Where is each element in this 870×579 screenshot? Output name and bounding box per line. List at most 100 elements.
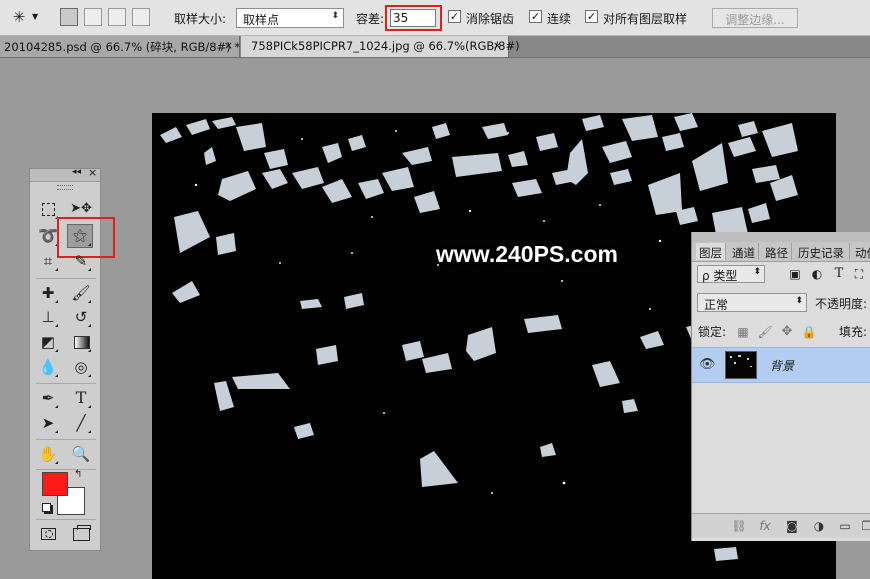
zoom-icon[interactable]: 🔍 (70, 443, 92, 465)
toolbox-header[interactable]: ◂◂ × (30, 166, 100, 182)
type-icon[interactable]: T (70, 387, 92, 409)
clone-stamp-icon[interactable]: ⊥ (37, 306, 59, 328)
blend-mode-select[interactable]: 正常 ⬍ (697, 293, 807, 312)
document-tab-bar: 20104285.psd @ 66.7% (碎块, RGB/8#) * × 75… (0, 36, 870, 58)
magic-wand-icon[interactable]: ⚝ (67, 224, 93, 248)
intersect-selection-button[interactable] (132, 8, 150, 26)
layer-row[interactable]: 👁 背景 (692, 347, 870, 383)
quick-mask-icon[interactable] (37, 522, 59, 544)
swap-colors-icon[interactable]: ↰ (74, 469, 82, 480)
contiguous-checkbox[interactable]: ✓ (529, 10, 542, 23)
new-layer-icon[interactable]: ❐ (856, 515, 870, 537)
new-selection-button[interactable] (60, 8, 78, 26)
lock-all-icon[interactable]: 🔒 (798, 321, 820, 343)
layer-name: 背景 (770, 359, 795, 373)
eraser-icon[interactable]: ◩ (37, 331, 59, 353)
toolbox-separator (36, 469, 96, 470)
opacity-label: 不透明度: (815, 297, 868, 311)
new-group-icon[interactable]: ▭ (834, 515, 856, 537)
foreground-color-swatch[interactable] (42, 472, 68, 496)
tolerance-input[interactable]: 35 (390, 9, 436, 27)
link-layers-icon[interactable]: ⛓ (728, 515, 750, 537)
filter-adjustment-icon[interactable]: ◐ (806, 263, 828, 285)
collapse-icon[interactable]: ◂◂ (72, 167, 81, 177)
tab-history[interactable]: 历史记录 (795, 243, 850, 260)
magic-wand-preset-icon[interactable]: ✳ (8, 6, 30, 28)
toolbox-separator (36, 278, 96, 279)
document-tab-2-label: 758PICk58PICPR7_1024.jpg @ 66.7%(RGB/8#) (251, 39, 520, 53)
lasso-icon[interactable]: ➰ (37, 225, 59, 247)
antialias-label: 消除锯齿 (466, 12, 515, 26)
rectangular-marquee-icon[interactable] (37, 198, 59, 220)
sample-size-label: 取样大小: (174, 12, 227, 26)
adjustment-layer-icon[interactable]: ◑ (808, 515, 830, 537)
tools-panel: ◂◂ × ➤✥ ➰ ⚝ ⌗ ✎ ✚ 🖌 ⊥ ↺ ◩ 💧 ◎ ✒ T ➤ ╱ ✋ … (29, 166, 115, 551)
toolbox-separator (36, 519, 96, 520)
gradient-icon[interactable] (70, 331, 92, 353)
pen-icon[interactable]: ✒ (37, 387, 59, 409)
tolerance-label: 容差: (356, 12, 385, 26)
eyedropper-icon[interactable]: ✎ (70, 250, 92, 272)
add-mask-icon[interactable]: ◙ (781, 515, 803, 537)
path-selection-icon[interactable]: ➤ (37, 412, 59, 434)
tolerance-value: 35 (393, 11, 409, 25)
sample-size-select[interactable]: 取样点 ⬍ (236, 8, 344, 28)
contiguous-label: 连续 (547, 12, 572, 26)
filter-shape-icon[interactable]: ⛶ (848, 263, 870, 285)
tab-actions[interactable]: 动作 (852, 243, 870, 260)
hand-icon[interactable]: ✋ (37, 443, 59, 465)
line-icon[interactable]: ╱ (70, 412, 92, 434)
filter-pixel-icon[interactable]: ▣ (784, 263, 806, 285)
close-icon[interactable]: × (493, 39, 502, 52)
refine-edge-button[interactable]: 调整边缘... (712, 8, 798, 28)
layer-thumbnail (725, 351, 757, 379)
watermark-text: www.240PS.com (436, 241, 618, 267)
layer-filter-select[interactable]: ρ 类型 ⬍ (697, 265, 765, 283)
layer-filter-value: ρ 类型 (702, 269, 738, 283)
default-colors-icon[interactable] (42, 503, 51, 512)
sample-all-layers-checkbox[interactable]: ✓ (585, 10, 598, 23)
document-tab-1-label: 20104285.psd @ 66.7% (碎块, RGB/8#) * (4, 40, 241, 54)
preset-dropdown-arrow[interactable]: ▼ (32, 12, 38, 21)
healing-brush-icon[interactable]: ✚ (37, 282, 59, 304)
document-tab-2[interactable]: 758PICk58PICPR7_1024.jpg @ 66.7%(RGB/8#)… (241, 36, 520, 57)
brush-icon[interactable]: 🖌 (70, 282, 92, 304)
grip-icon[interactable] (57, 185, 73, 190)
screen-mode-icon[interactable] (70, 522, 92, 544)
lock-position-icon[interactable]: ✥ (776, 321, 798, 343)
subtract-selection-button[interactable] (108, 8, 126, 26)
layers-panel: 图层 通道 路径 历史记录 动作 ρ 类型 ⬍ ▣ ◐ T ⛶ 正常 ⬍ 不透明… (691, 232, 870, 541)
toolbox-separator (36, 383, 96, 384)
sample-size-arrow-icon: ⬍ (331, 11, 339, 21)
tab-paths[interactable]: 路径 (762, 243, 792, 260)
layers-panel-header[interactable] (692, 232, 870, 242)
antialias-checkbox[interactable]: ✓ (448, 10, 461, 23)
lock-transparent-icon[interactable]: ▦ (732, 321, 754, 343)
tab-history-label: 历史记录 (798, 246, 844, 260)
fill-label: 填充: (839, 325, 868, 339)
close-icon[interactable]: × (224, 39, 233, 52)
refine-edge-label: 调整边缘... (725, 13, 785, 27)
close-icon[interactable]: × (88, 166, 97, 179)
lock-paint-icon[interactable]: 🖌 (754, 321, 776, 343)
visibility-eye-icon[interactable]: 👁 (699, 357, 716, 372)
lock-label: 锁定: (698, 325, 727, 339)
history-brush-icon[interactable]: ↺ (70, 306, 92, 328)
layer-filter-arrow-icon: ⬍ (753, 267, 761, 277)
toolbox-separator (36, 439, 96, 440)
blend-mode-arrow-icon: ⬍ (795, 296, 803, 306)
crop-icon[interactable]: ⌗ (37, 250, 59, 272)
fx-icon[interactable]: fx (754, 515, 776, 537)
tab-channels[interactable]: 通道 (729, 243, 759, 260)
sample-size-value: 取样点 (243, 13, 280, 27)
tab-layers[interactable]: 图层 (696, 243, 726, 260)
layers-panel-footer: ⛓ fx ◙ ◑ ▭ ❐ (692, 513, 870, 538)
sample-all-layers-label: 对所有图层取样 (603, 12, 688, 26)
options-bar: ✳ ▼ 取样大小: 取样点 ⬍ 容差: 35 ✓ 消除锯齿 ✓ 连续 ✓ 对所有… (0, 0, 870, 36)
filter-type-icon[interactable]: T (828, 263, 850, 285)
document-tab-1[interactable]: 20104285.psd @ 66.7% (碎块, RGB/8#) * × (0, 36, 240, 57)
blur-icon[interactable]: 💧 (37, 356, 59, 378)
add-selection-button[interactable] (84, 8, 102, 26)
tab-actions-label: 动作 (855, 246, 870, 260)
dodge-icon[interactable]: ◎ (70, 356, 92, 378)
